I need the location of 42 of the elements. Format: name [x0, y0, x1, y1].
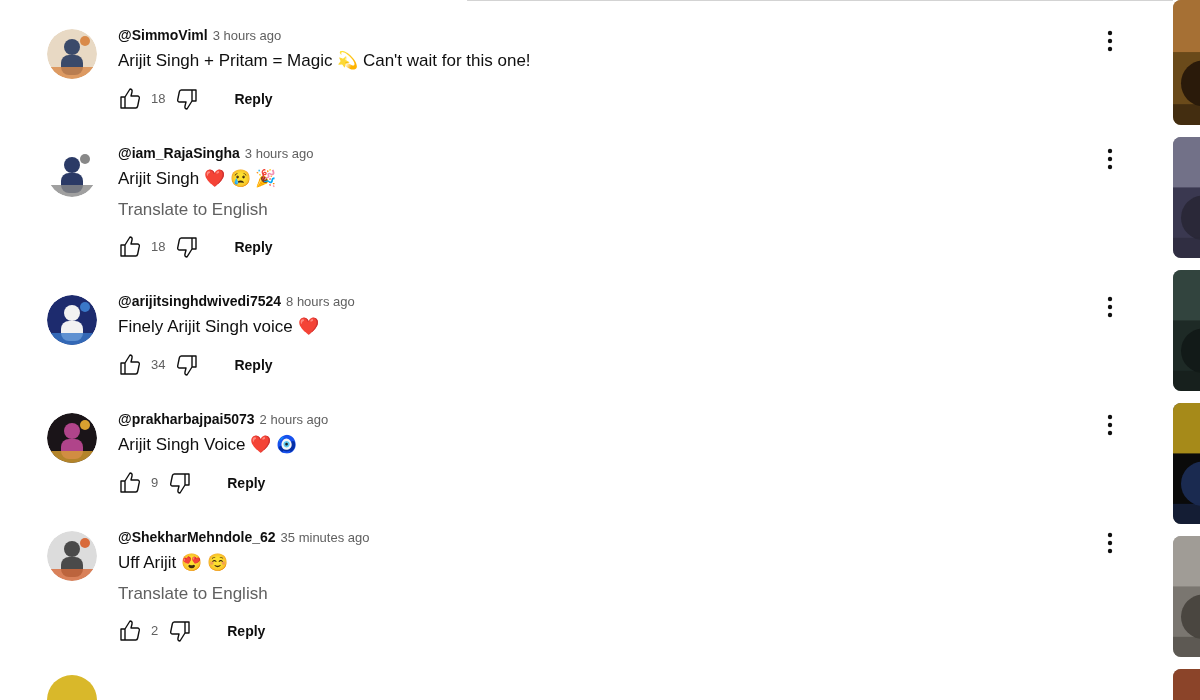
comment-time[interactable]: 35 minutes ago [280, 528, 370, 548]
comment-text: Uff Arijit 😍 ☺ [118, 552, 229, 574]
author-name[interactable]: @prakharbajpai5073 [118, 409, 255, 430]
author-name[interactable]: @iam_RajaSingha [118, 143, 240, 164]
thumbs-down-icon[interactable] [175, 87, 200, 111]
more-options-icon[interactable] [1107, 414, 1113, 436]
like-count: 18 [151, 238, 166, 257]
author-name[interactable]: @ShekharMehndole_62 [118, 527, 276, 548]
comment-text: Arijit Singh + Pritam = Magic 💫 Can't wait for this one! [118, 50, 532, 72]
more-options-icon[interactable] [1107, 148, 1113, 170]
thumbs-up-icon[interactable] [118, 471, 142, 495]
more-options-icon[interactable] [1107, 30, 1113, 52]
like-count: 34 [151, 356, 166, 375]
comment-text: Arijit Singh ❤ 😢 🎉 [118, 168, 278, 190]
reply-button[interactable]: Reply [214, 615, 279, 647]
comment-text: Finely Arijit Singh voice ❤ [118, 316, 320, 338]
more-options-icon[interactable] [1107, 532, 1113, 554]
more-options-icon[interactable] [1107, 296, 1113, 318]
comment-time[interactable]: 8 hours ago [286, 292, 355, 312]
thumbs-down-icon[interactable] [168, 619, 193, 643]
thumbs-down-icon[interactable] [168, 471, 193, 495]
like-count: 2 [151, 622, 159, 641]
thumbs-down-icon[interactable] [175, 353, 200, 377]
thumbs-up-icon[interactable] [118, 353, 142, 377]
comment-time[interactable]: 3 hours ago [212, 26, 282, 46]
reply-button[interactable]: Reply [221, 231, 286, 263]
thumbs-up-icon[interactable] [118, 619, 142, 643]
like-count: 9 [151, 474, 159, 493]
comment-time[interactable]: 3 hours ago [244, 144, 314, 164]
like-count: 18 [151, 90, 166, 109]
comment-time[interactable]: 2 hours ago [259, 410, 329, 430]
translate-link[interactable]: Translate to English [118, 579, 1107, 609]
author-name[interactable]: @SimmoViml [118, 25, 208, 46]
thumbs-down-icon[interactable] [175, 235, 200, 259]
author-name[interactable]: @arijitsinghdwivedi7524 [118, 291, 282, 312]
translate-link[interactable]: Translate to English [118, 195, 1107, 225]
reply-button[interactable]: Reply [214, 467, 279, 499]
reply-button[interactable]: Reply [221, 349, 286, 381]
comment-text: Arijit Singh Voice ❤ 🧿 [118, 434, 298, 456]
thumbs-up-icon[interactable] [118, 87, 142, 111]
thumbs-up-icon[interactable] [118, 235, 142, 259]
reply-button[interactable]: Reply [221, 83, 286, 115]
